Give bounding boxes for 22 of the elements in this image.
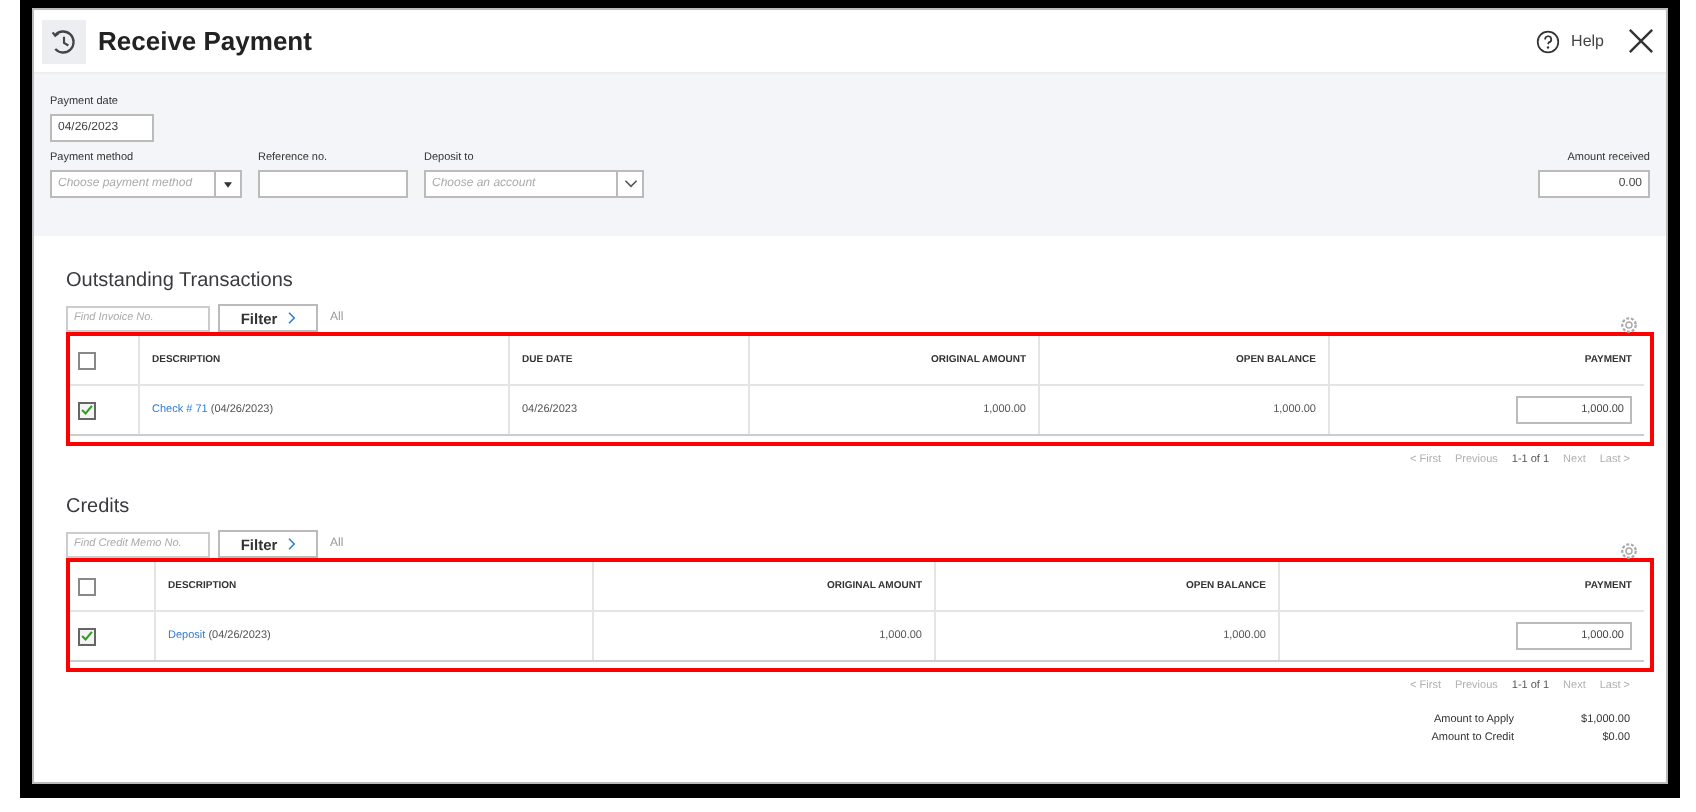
- dropdown-button[interactable]: [214, 170, 242, 198]
- settings-icon[interactable]: [1620, 541, 1638, 559]
- select-all-checkbox[interactable]: [78, 351, 96, 369]
- settings-icon[interactable]: [1620, 315, 1638, 333]
- checkmark-icon: [80, 628, 94, 644]
- checkmark-icon: [80, 402, 94, 418]
- caret-icon: [224, 181, 232, 187]
- row-checkbox[interactable]: [78, 627, 96, 645]
- help-icon[interactable]: [1535, 29, 1560, 53]
- row-checkbox[interactable]: [78, 401, 96, 419]
- reference-field[interactable]: [258, 170, 408, 198]
- section-title: Credits: [66, 496, 132, 518]
- window-title: Receive Payment: [98, 26, 312, 56]
- history-icon[interactable]: [42, 19, 86, 63]
- section-title: Outstanding Transactions: [66, 270, 295, 292]
- dropdown-button[interactable]: [616, 170, 644, 198]
- chevron-down-icon: [623, 180, 637, 188]
- select-all-checkbox[interactable]: [78, 577, 96, 595]
- chevron-right-icon: [287, 538, 296, 550]
- chevron-right-icon: [287, 312, 296, 324]
- help-link[interactable]: Help: [1571, 32, 1604, 50]
- close-icon[interactable]: [1628, 28, 1654, 54]
